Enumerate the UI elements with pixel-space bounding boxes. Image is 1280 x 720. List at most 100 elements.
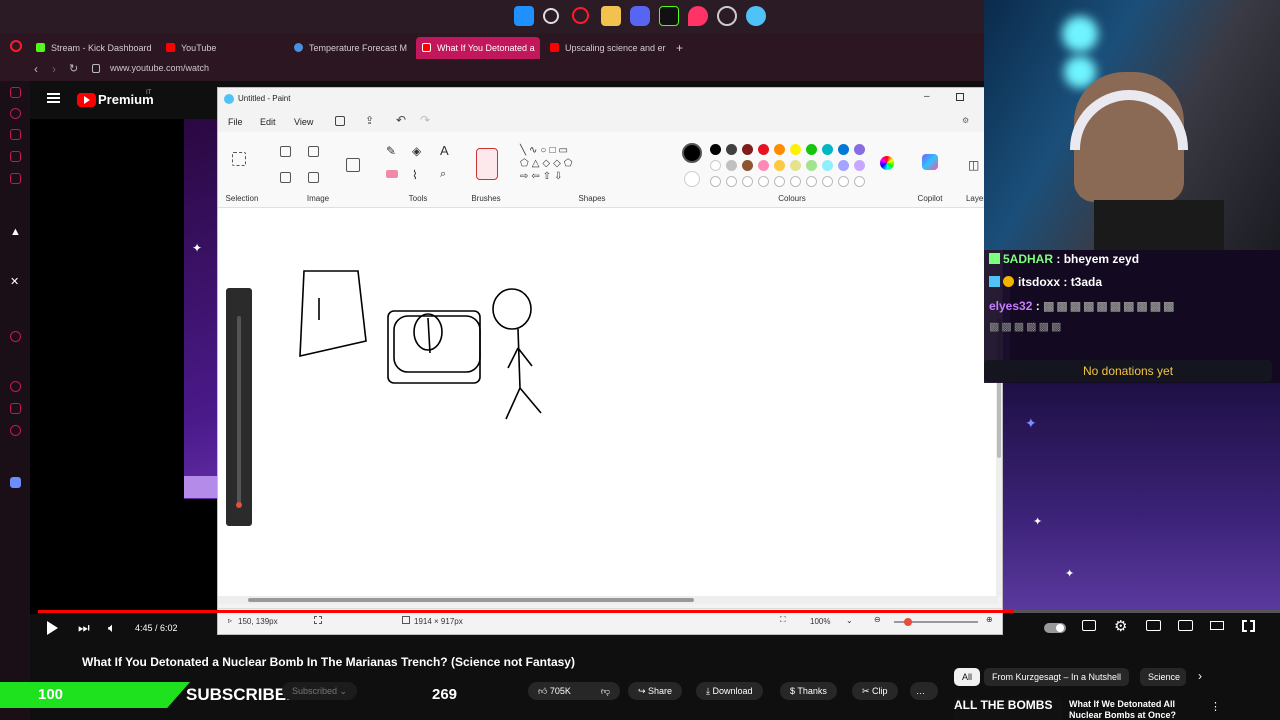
empty-color-slot[interactable]	[758, 176, 769, 187]
empty-color-slot[interactable]	[710, 176, 721, 187]
reload-icon[interactable]: ↻	[69, 62, 78, 75]
paint-app-icon[interactable]	[746, 6, 766, 26]
text-icon[interactable]: A	[440, 143, 449, 158]
history-icon[interactable]	[10, 381, 21, 392]
back-icon[interactable]: ‹	[34, 62, 38, 76]
play-icon[interactable]	[47, 621, 58, 635]
magnifier-icon[interactable]: ⌕	[440, 168, 446, 181]
menu-file[interactable]: File	[228, 117, 243, 127]
drawing-canvas[interactable]	[218, 208, 998, 596]
sidebar-app-icon[interactable]	[10, 129, 21, 140]
color-swatch[interactable]	[726, 160, 737, 171]
opera-menu-icon[interactable]	[10, 40, 22, 52]
color-picker-icon[interactable]: ⌇	[412, 168, 418, 182]
thumbs-down-icon[interactable]: 👎︎	[601, 682, 610, 700]
resize-icon[interactable]	[308, 146, 319, 157]
color-swatch[interactable]	[822, 144, 833, 155]
miniplayer-icon[interactable]	[1146, 620, 1161, 631]
settings-gear-icon[interactable]: ⚙	[1114, 617, 1127, 635]
tab-youtube[interactable]: YouTube	[160, 37, 284, 59]
secondary-color[interactable]	[684, 171, 700, 187]
video-progress-track[interactable]	[38, 610, 1280, 613]
search-icon[interactable]	[543, 8, 559, 24]
new-tab-button[interactable]: +	[670, 37, 690, 59]
shapes-gallery[interactable]: ╲∿○□▭ ⬠△◇◇⬠ ⇨⇦⇧⇩	[520, 144, 592, 184]
tab-kick-dashboard[interactable]: Stream - Kick Dashboard	[30, 37, 158, 59]
color-swatch[interactable]	[774, 144, 785, 155]
empty-color-slot[interactable]	[726, 176, 737, 187]
primary-color[interactable]	[682, 143, 702, 163]
minimize-button[interactable]: –	[924, 91, 930, 102]
bitwarden-icon[interactable]	[10, 477, 21, 488]
copilot-icon[interactable]	[922, 154, 938, 170]
cast-icon[interactable]	[1210, 621, 1224, 630]
opera-icon[interactable]	[572, 7, 589, 24]
color-swatch[interactable]	[710, 160, 721, 171]
discord-icon[interactable]	[630, 6, 650, 26]
aria-icon[interactable]: ▲	[10, 227, 21, 238]
settings-icon[interactable]	[10, 425, 21, 436]
color-swatch[interactable]	[806, 144, 817, 155]
image-tool-icon[interactable]	[346, 158, 360, 172]
fullscreen-icon[interactable]	[1242, 620, 1255, 632]
sidebar-app-icon[interactable]	[10, 108, 21, 119]
hamburger-menu-icon[interactable]	[47, 93, 60, 103]
brushes-button[interactable]	[476, 148, 498, 180]
subscribed-button[interactable]: Subscribed ⌄	[282, 682, 358, 700]
x-icon[interactable]: ✕	[10, 277, 21, 288]
windows-start-icon[interactable]	[514, 6, 534, 26]
empty-color-slot[interactable]	[854, 176, 865, 187]
color-swatch[interactable]	[710, 144, 721, 155]
sidebar-app-icon[interactable]	[10, 151, 21, 162]
chip-all[interactable]: All	[954, 668, 981, 686]
horizontal-scrollbar[interactable]	[218, 596, 998, 604]
subtitles-icon[interactable]	[1082, 620, 1096, 631]
related-video-thumbnail[interactable]: ALL THE BOMBS	[954, 698, 1062, 720]
like-button[interactable]: 👍︎ 705K 👎︎	[528, 682, 620, 700]
url-field[interactable]: www.youtube.com/watch	[110, 63, 209, 73]
layers-icon[interactable]: ◫	[968, 158, 979, 172]
edit-colors-icon[interactable]	[880, 156, 894, 170]
next-icon[interactable]: ⏭	[78, 620, 90, 636]
thanks-button[interactable]: $ Thanks	[780, 682, 837, 700]
flip-icon[interactable]	[308, 172, 319, 183]
maximize-button[interactable]	[956, 93, 964, 101]
tab-upscaling[interactable]: Upscaling science and er	[544, 37, 668, 59]
pencil-icon[interactable]: ✎	[386, 144, 396, 158]
download-button[interactable]: ⤓ Download	[696, 682, 763, 700]
color-swatch[interactable]	[790, 160, 801, 171]
pin-icon[interactable]	[688, 6, 708, 26]
empty-color-slot[interactable]	[806, 176, 817, 187]
chevron-right-icon[interactable]: ›	[1198, 669, 1202, 683]
color-swatch[interactable]	[822, 160, 833, 171]
color-swatch[interactable]	[854, 144, 865, 155]
slider-thumb[interactable]	[236, 502, 242, 508]
color-swatch[interactable]	[854, 160, 865, 171]
menu-edit[interactable]: Edit	[260, 117, 276, 127]
redo-icon[interactable]: ↷	[420, 113, 430, 127]
chip-kurzgesagt[interactable]: From Kurzgesagt – In a Nutshell	[984, 668, 1130, 686]
color-swatch[interactable]	[774, 160, 785, 171]
empty-color-slot[interactable]	[822, 176, 833, 187]
color-swatch[interactable]	[806, 160, 817, 171]
save-icon[interactable]	[335, 116, 345, 126]
rotate-icon[interactable]	[280, 172, 291, 183]
scrollbar-thumb[interactable]	[248, 598, 694, 602]
color-swatch[interactable]	[758, 160, 769, 171]
empty-color-slot[interactable]	[774, 176, 785, 187]
color-swatch[interactable]	[838, 144, 849, 155]
empty-color-slot[interactable]	[790, 176, 801, 187]
sidebar-app-icon[interactable]	[10, 87, 21, 98]
color-swatch[interactable]	[790, 144, 801, 155]
sidebar-app-icon[interactable]	[10, 173, 21, 184]
related-video-title[interactable]: What If We Detonated All Nuclear Bombs a…	[1069, 699, 1199, 720]
color-swatch[interactable]	[742, 144, 753, 155]
settings-icon[interactable]: ⚙	[962, 116, 969, 125]
color-swatch[interactable]	[742, 160, 753, 171]
folder-icon[interactable]	[601, 6, 621, 26]
empty-color-slot[interactable]	[838, 176, 849, 187]
volume-icon[interactable]: 🔈︎	[108, 620, 116, 636]
crop-icon[interactable]	[280, 146, 291, 157]
more-vert-icon[interactable]: ⋮	[1210, 700, 1221, 713]
sidebar-app-icon[interactable]	[10, 331, 21, 342]
